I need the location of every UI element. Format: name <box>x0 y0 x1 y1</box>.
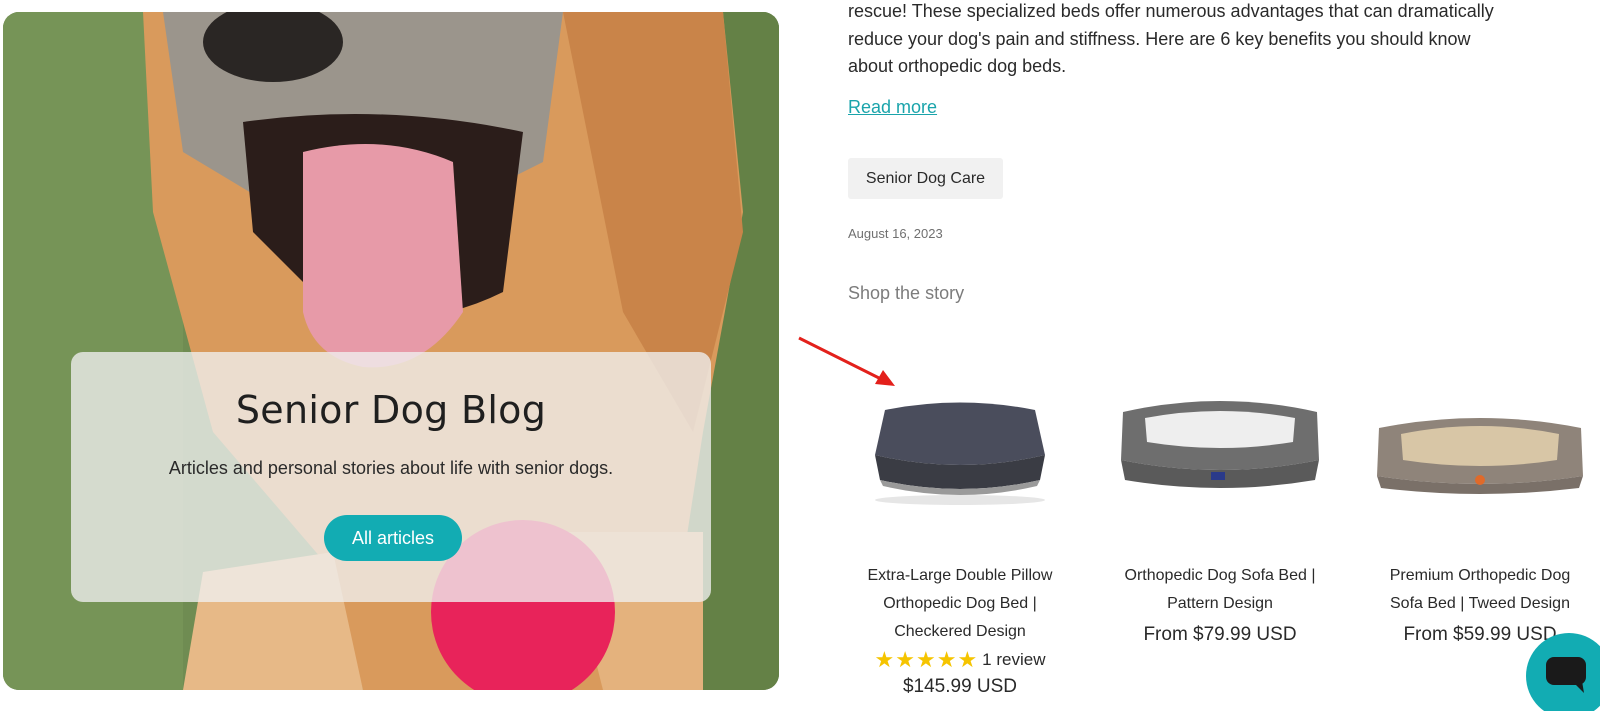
star-icon: ★ <box>936 647 957 672</box>
product-price: $145.99 USD <box>902 676 1018 697</box>
product-title[interactable]: Premium Orthopedic Dog Sofa Bed | Tweed … <box>1365 562 1595 618</box>
excerpt-line: about orthopedic dog beds. <box>848 56 1067 76</box>
product-title-line[interactable]: Pattern Design <box>1105 590 1335 618</box>
product-title[interactable]: Extra-Large Double Pillow Orthopedic Dog… <box>845 562 1075 646</box>
product-image[interactable] <box>845 380 1075 510</box>
chat-bubble-icon <box>1546 657 1586 693</box>
product-title-line[interactable]: Orthopedic Dog Bed | <box>845 590 1075 618</box>
product-image[interactable] <box>1365 380 1595 510</box>
review-count: 1 review <box>982 650 1046 669</box>
product-card[interactable]: Orthopedic Dog Sofa Bed | Pattern Design… <box>1105 380 1335 646</box>
product-card[interactable]: Premium Orthopedic Dog Sofa Bed | Tweed … <box>1365 380 1595 646</box>
dog-bed-image <box>875 402 1045 505</box>
hero-card: Senior Dog Blog Articles and personal st… <box>71 352 711 602</box>
product-title-line[interactable]: Premium Orthopedic Dog <box>1365 562 1595 590</box>
hero-banner: Senior Dog Blog Articles and personal st… <box>3 12 779 690</box>
dog-bed-image <box>1377 418 1583 494</box>
product-title[interactable]: Orthopedic Dog Sofa Bed | Pattern Design <box>1105 562 1335 618</box>
star-icon: ★ <box>874 647 895 672</box>
excerpt-line: rescue! These specialized beds offer num… <box>848 1 1494 21</box>
blog-subtitle: Articles and personal stories about life… <box>168 458 614 478</box>
product-rating: ★ ★ ★ ★ ★ 1 review <box>845 646 1075 674</box>
star-icon: ★ <box>895 647 915 672</box>
product-title-line[interactable]: Extra-Large Double Pillow <box>845 562 1075 590</box>
all-articles-button[interactable]: All articles <box>324 515 462 561</box>
read-more-link[interactable]: Read more <box>848 97 937 118</box>
excerpt-line: reduce your dog's pain and stiffness. He… <box>848 28 1471 49</box>
product-title-line[interactable]: Checkered Design <box>845 618 1075 646</box>
article-date: August 16, 2023 <box>848 226 943 241</box>
product-price: From $79.99 USD <box>1143 624 1297 645</box>
star-icon: ★ <box>915 647 936 672</box>
blog-title: Senior Dog Blog <box>235 388 547 432</box>
tag-senior-dog-care[interactable]: Senior Dog Care <box>848 158 1003 199</box>
product-title-line[interactable]: Orthopedic Dog Sofa Bed | <box>1105 562 1335 590</box>
star-icon: ★ <box>957 647 978 672</box>
dog-bed-image <box>1121 401 1319 488</box>
shop-the-story-heading: Shop the story <box>848 283 965 303</box>
product-title-line[interactable]: Sofa Bed | Tweed Design <box>1365 590 1595 618</box>
product-card[interactable]: Extra-Large Double Pillow Orthopedic Dog… <box>845 380 1075 698</box>
article-excerpt: rescue! These specialized beds offer num… <box>848 0 1548 81</box>
product-image[interactable] <box>1105 380 1335 510</box>
